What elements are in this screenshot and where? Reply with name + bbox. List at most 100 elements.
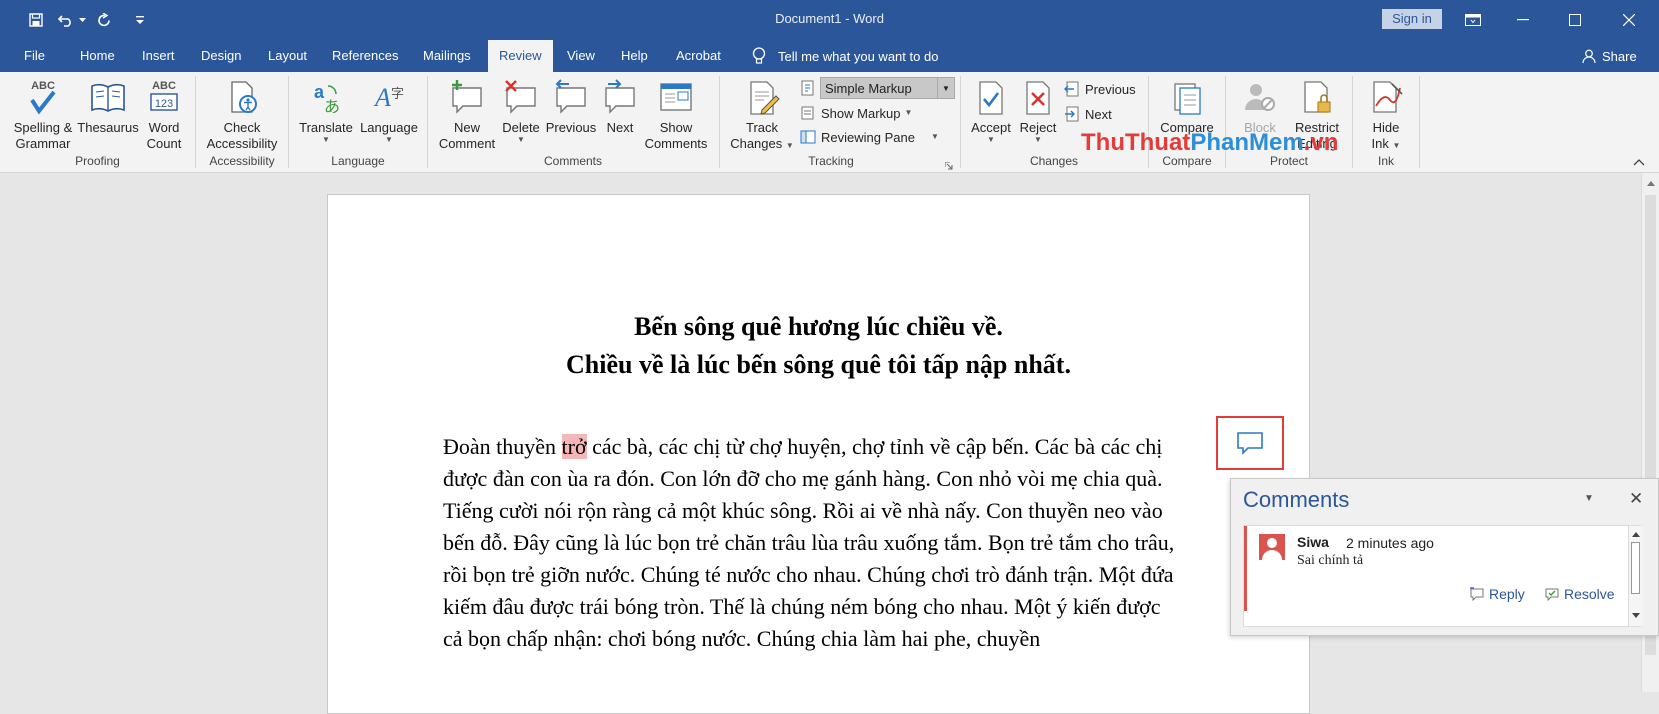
group-label-language: Language [331, 154, 385, 168]
tab-help[interactable]: Help [621, 40, 648, 72]
comment-text[interactable]: Sai chính tả [1297, 553, 1363, 569]
comments-pane: Comments ▼ ✕ Siwa 2 minutes ago Sai chín… [1230, 478, 1659, 636]
comment-marker-button[interactable] [1216, 416, 1284, 470]
maximize-icon[interactable] [1552, 6, 1598, 34]
paragraph-start: Đoàn thuyền [443, 434, 562, 459]
show-markup-button[interactable]: Show Markup ▼ [800, 102, 912, 124]
comments-scrollbar[interactable] [1628, 526, 1643, 626]
tab-references[interactable]: References [332, 40, 398, 72]
show-comments-icon [656, 78, 696, 118]
new-comment-button[interactable]: New Comment [434, 78, 500, 152]
reply-button[interactable]: Reply [1469, 586, 1525, 602]
tracking-options-launcher-icon[interactable] [944, 158, 953, 170]
tell-me-search[interactable]: Tell me what you want to do [752, 40, 938, 72]
close-pane-icon[interactable]: ✕ [1629, 489, 1643, 509]
hide-ink-button[interactable]: Hide Ink ▼ [1360, 78, 1412, 152]
comments-scroll-thumb[interactable] [1631, 542, 1640, 594]
thesaurus-button[interactable]: Thesaurus [76, 78, 140, 136]
compare-button[interactable]: Compare [1154, 78, 1220, 136]
show-comments-button[interactable]: Show Comments [640, 78, 712, 152]
close-icon[interactable] [1606, 6, 1652, 34]
track-changes-icon [742, 78, 782, 118]
spelling-label-1: Spelling & [13, 120, 73, 135]
language-label: Language [360, 120, 418, 135]
reject-label: Reject [1019, 120, 1057, 135]
show-markup-label: Show Markup [821, 105, 901, 121]
restrict-editing-icon [1297, 78, 1337, 118]
hide-ink-icon [1366, 78, 1406, 118]
previous-change-button[interactable]: Previous [1064, 78, 1136, 100]
track-changes-button[interactable]: Track Changes ▼ [724, 78, 800, 152]
watermark: ThuThuatPhanMem.vn [1081, 129, 1338, 157]
hide-ink-label-2: Ink ▼ [1360, 136, 1412, 152]
next-change-button[interactable]: Next [1064, 103, 1112, 125]
document-paragraph[interactable]: Đoàn thuyền trở các bà, các chị từ chợ h… [443, 431, 1183, 655]
new-comment-label-2: Comment [438, 136, 496, 151]
thesaurus-label: Thesaurus [77, 120, 139, 135]
avatar [1259, 534, 1285, 560]
ribbon-display-options-icon[interactable] [1450, 6, 1496, 34]
scroll-up-icon[interactable] [1642, 175, 1659, 193]
tab-layout[interactable]: Layout [268, 40, 307, 72]
block-authors-icon [1240, 78, 1280, 118]
previous-comment-button[interactable]: Previous [542, 78, 600, 136]
markup-display-select[interactable]: Simple Markup ▼ [820, 77, 955, 99]
new-comment-icon [447, 78, 487, 118]
tab-insert[interactable]: Insert [142, 40, 175, 72]
scroll-down-icon[interactable] [1629, 610, 1643, 622]
svg-text:字: 字 [391, 87, 404, 102]
word-count-button[interactable]: ABC 123 Word Count [142, 78, 186, 152]
previous-change-icon [1064, 81, 1079, 97]
scroll-up-icon[interactable] [1629, 528, 1643, 540]
check-accessibility-button[interactable]: Check Accessibility [205, 78, 279, 152]
group-label-accessibility: Accessibility [209, 154, 275, 168]
word-count-icon-123: 123 [155, 98, 173, 110]
display-for-review-icon [801, 80, 814, 96]
tab-design[interactable]: Design [201, 40, 241, 72]
comment-bubble-icon [1237, 432, 1263, 455]
spelling-grammar-button[interactable]: ABC Spelling & Grammar [12, 78, 74, 152]
reviewing-pane-icon [800, 130, 816, 144]
group-label-tracking: Tracking [808, 154, 854, 168]
delete-comment-button[interactable]: Delete ▼ [500, 78, 542, 144]
group-separator [1419, 76, 1420, 168]
tab-file[interactable]: File [24, 40, 45, 72]
reviewing-pane-button[interactable]: Reviewing Pane ▼ [800, 126, 939, 148]
commented-text-highlight[interactable]: trở [561, 434, 587, 459]
next-comment-button[interactable]: Next [600, 78, 640, 136]
block-authors-button[interactable]: Block [1236, 78, 1284, 136]
document-heading-1: Bến sông quê hương lúc chiều về. [634, 312, 1003, 341]
tab-home[interactable]: Home [80, 40, 115, 72]
sign-in-button[interactable]: Sign in [1382, 9, 1442, 29]
translate-icon: aあ [306, 78, 346, 118]
spelling-check-icon: ABC [23, 78, 63, 118]
markup-icon-holder [800, 77, 821, 99]
collapse-ribbon-icon[interactable] [1633, 154, 1645, 169]
show-markup-caret-icon: ▼ [904, 108, 913, 117]
track-label-1: Track [745, 120, 779, 135]
comment-thread[interactable]: Siwa 2 minutes ago Sai chính tả Reply Re… [1243, 525, 1643, 627]
document-page[interactable]: Bến sông quê hương lúc chiều về. Chiều v… [327, 194, 1310, 714]
share-button[interactable]: Share [1582, 40, 1637, 72]
language-button[interactable]: A字 Language ▼ [356, 78, 422, 144]
tab-mailings[interactable]: Mailings [423, 40, 471, 72]
comment-author: Siwa [1297, 534, 1329, 550]
resolve-button[interactable]: Resolve [1544, 586, 1615, 602]
translate-button[interactable]: aあ Translate ▼ [296, 78, 356, 144]
delete-comment-icon [501, 78, 541, 118]
group-label-ink: Ink [1377, 154, 1394, 168]
pane-options-chevron-down-icon[interactable]: ▼ [1584, 493, 1594, 504]
reject-icon [1018, 78, 1058, 118]
track-label-2: Changes ▼ [724, 136, 800, 152]
next-change-label: Next [1085, 106, 1112, 122]
accept-button[interactable]: Accept ▼ [966, 78, 1016, 144]
tab-view[interactable]: View [567, 40, 595, 72]
person-icon [1582, 49, 1596, 63]
minimize-icon[interactable] [1500, 6, 1546, 34]
tab-review[interactable]: Review [488, 40, 553, 72]
reject-button[interactable]: Reject ▼ [1016, 78, 1060, 144]
check-label-2: Accessibility [206, 136, 278, 151]
spelling-label-2: Grammar [15, 136, 71, 151]
language-icon: A字 [369, 78, 409, 118]
tab-acrobat[interactable]: Acrobat [676, 40, 721, 72]
